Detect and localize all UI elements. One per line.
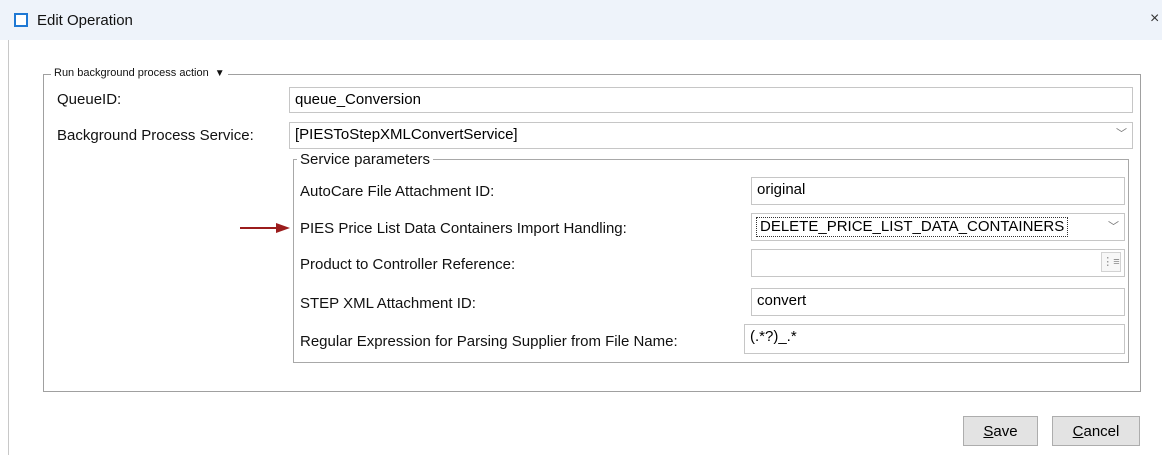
window-title: Edit Operation	[37, 12, 133, 29]
cancel-button[interactable]: Cancel	[1052, 416, 1140, 446]
red-arrow-icon	[240, 223, 290, 233]
chevron-down-icon[interactable]: ﹀	[1108, 217, 1119, 237]
background-service-value: [PIESToStepXMLConvertService]	[295, 126, 518, 143]
cancel-label: ancel	[1083, 423, 1120, 440]
supplier-regex-label: Regular Expression for Parsing Supplier …	[300, 333, 678, 350]
background-service-select[interactable]: [PIESToStepXMLConvertService] ﹀	[289, 122, 1133, 149]
cancel-mnemonic: C	[1072, 423, 1084, 440]
autocare-attachment-value: original	[757, 181, 806, 198]
action-group-legend-label: Run background process action	[54, 67, 209, 79]
close-icon[interactable]: ×	[1150, 10, 1159, 28]
step-xml-attachment-input[interactable]: convert	[751, 288, 1125, 316]
queue-id-input[interactable]: queue_Conversion	[289, 87, 1133, 113]
autocare-attachment-label: AutoCare File Attachment ID:	[300, 183, 495, 200]
save-button[interactable]: Save	[963, 416, 1038, 446]
window-border	[8, 40, 9, 455]
action-group-legend[interactable]: Run background process action ▼	[51, 66, 228, 81]
background-service-label: Background Process Service:	[57, 127, 254, 144]
save-mnemonic: S	[983, 423, 994, 440]
supplier-regex-value: (.*?)_.*	[750, 328, 797, 345]
autocare-attachment-input[interactable]: original	[751, 177, 1125, 205]
window-icon	[14, 13, 28, 27]
queue-id-value: queue_Conversion	[295, 91, 421, 108]
pies-handling-select[interactable]: DELETE_PRICE_LIST_DATA_CONTAINERS ﹀	[751, 213, 1125, 241]
title-bar: Edit Operation ×	[0, 0, 1162, 40]
queue-id-label: QueueID:	[57, 91, 122, 108]
dropdown-triangle-icon[interactable]: ▼	[215, 67, 225, 81]
step-xml-attachment-value: convert	[757, 292, 807, 309]
pies-handling-label: PIES Price List Data Containers Import H…	[300, 220, 627, 237]
chevron-down-icon[interactable]: ﹀	[1116, 124, 1127, 144]
supplier-regex-input[interactable]: (.*?)_.*	[744, 324, 1125, 354]
tree-picker-icon[interactable]: ⋮≡	[1101, 252, 1121, 272]
service-parameters-legend: Service parameters	[297, 151, 434, 168]
step-xml-attachment-label: STEP XML Attachment ID:	[300, 295, 476, 312]
pies-handling-value: DELETE_PRICE_LIST_DATA_CONTAINERS	[756, 217, 1069, 237]
save-label: ave	[993, 423, 1018, 440]
product-controller-input[interactable]: ⋮≡	[751, 249, 1125, 277]
product-controller-label: Product to Controller Reference:	[300, 256, 516, 273]
